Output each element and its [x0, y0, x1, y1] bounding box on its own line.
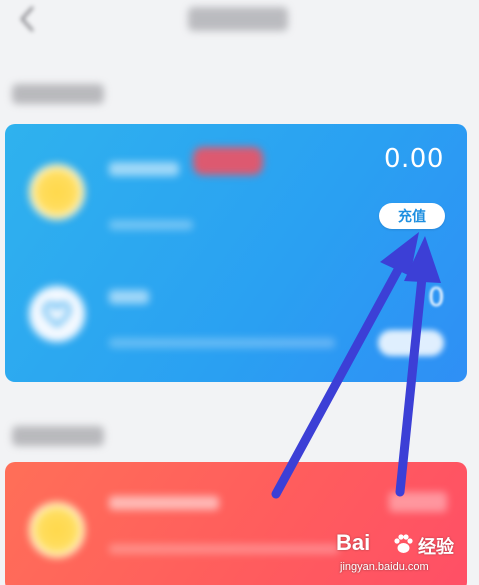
baidu-jingyan-watermark: Bai 经验 jingyan.baidu.com: [334, 530, 476, 580]
status-badge: [193, 147, 263, 175]
coin-icon: [29, 502, 85, 558]
watermark-brand: Bai: [336, 530, 371, 555]
income-section-title: [12, 426, 104, 446]
secondary-balance: 0: [428, 283, 445, 313]
watermark-brand-cn: 经验: [418, 537, 454, 558]
paw-icon: [394, 534, 413, 553]
chevron-left-icon[interactable]: [12, 4, 42, 34]
page-title: [188, 7, 288, 31]
heart-shield-icon: [29, 286, 85, 342]
secondary-action-button[interactable]: [378, 330, 444, 356]
wallet-balance: 0.00: [384, 144, 444, 174]
top-bar: [0, 0, 479, 46]
coin-icon: [29, 164, 85, 220]
watermark-url: jingyan.baidu.com: [340, 561, 429, 573]
recharge-button[interactable]: 充值: [379, 203, 445, 229]
wallet-section-title: [12, 84, 104, 104]
